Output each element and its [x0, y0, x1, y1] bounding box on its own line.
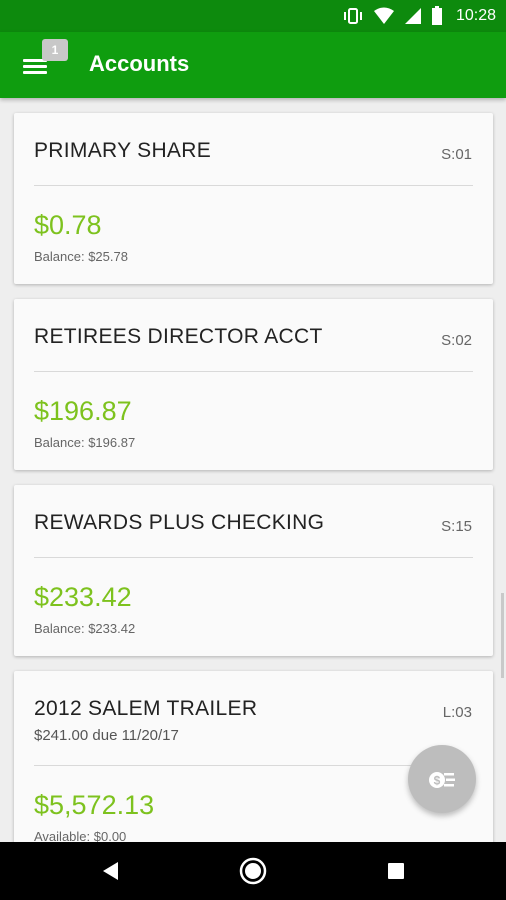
recents-icon	[388, 863, 404, 879]
svg-text:$: $	[434, 774, 441, 788]
account-card[interactable]: PRIMARY SHARE S:01 $0.78 Balance: $25.78	[14, 113, 493, 284]
recents-button[interactable]	[381, 856, 411, 886]
account-amount: $0.78	[34, 210, 102, 240]
status-bar: 10:28	[0, 0, 506, 32]
account-amount: $233.42	[34, 582, 132, 612]
payment-due: $241.00 due 11/20/17	[34, 727, 179, 744]
clock: 10:28	[455, 7, 496, 24]
home-icon	[239, 857, 267, 885]
hamburger-icon	[23, 59, 47, 75]
battery-icon	[431, 6, 442, 25]
scrollbar[interactable]	[501, 593, 504, 678]
account-code: S:15	[441, 518, 472, 535]
account-balance: Balance: $196.87	[34, 435, 136, 450]
pay-money-icon: $	[429, 772, 455, 788]
notification-badge: 1	[42, 39, 68, 61]
account-available: Available: $0.00	[34, 829, 127, 842]
account-code: L:03	[442, 704, 472, 721]
account-code: S:01	[441, 146, 472, 163]
menu-button[interactable]: 1	[16, 39, 68, 88]
account-name: 2012 SALEM TRAILER	[34, 697, 258, 720]
page-title: Accounts	[89, 51, 190, 76]
back-button[interactable]	[96, 856, 126, 886]
signal-icon	[404, 8, 421, 24]
account-name: REWARDS PLUS CHECKING	[34, 511, 325, 534]
account-balance: Balance: $233.42	[34, 621, 136, 636]
home-button[interactable]	[238, 856, 268, 886]
accounts-list[interactable]: PRIMARY SHARE S:01 $0.78 Balance: $25.78…	[0, 98, 506, 842]
account-amount: $196.87	[34, 396, 132, 426]
account-name: RETIREES DIRECTOR ACCT	[34, 325, 323, 348]
app-bar: 1 Accounts	[0, 32, 506, 98]
navigation-bar	[0, 842, 506, 900]
back-icon	[103, 862, 118, 880]
account-balance: Balance: $25.78	[34, 249, 128, 264]
account-card[interactable]: RETIREES DIRECTOR ACCT S:02 $196.87 Bala…	[14, 299, 493, 470]
wifi-icon	[373, 7, 394, 24]
account-card[interactable]: REWARDS PLUS CHECKING S:15 $233.42 Balan…	[14, 485, 493, 656]
account-code: S:02	[441, 332, 472, 349]
vibrate-icon	[343, 8, 362, 24]
account-name: PRIMARY SHARE	[34, 139, 212, 162]
pay-button[interactable]: $	[408, 745, 476, 813]
account-amount: $5,572.13	[34, 790, 155, 820]
